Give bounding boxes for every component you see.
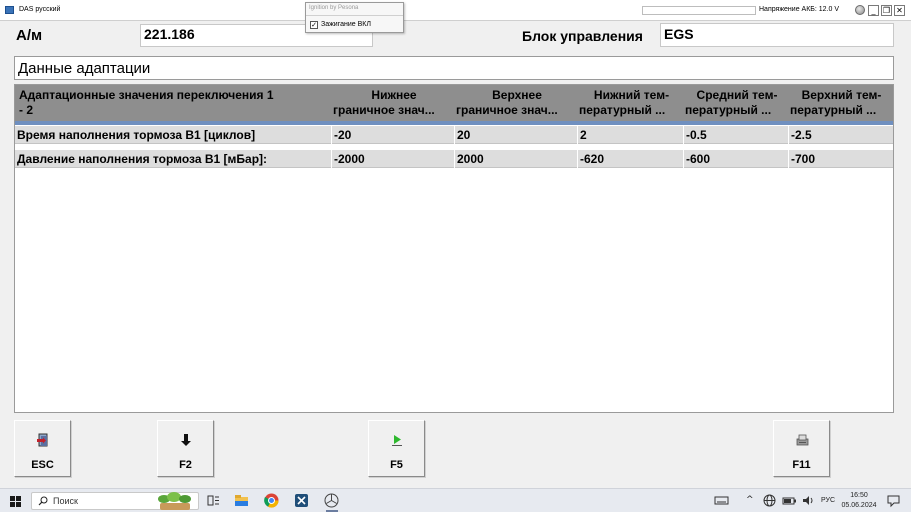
column-header-upper-limit[interactable]: Верхнее граничное знач... [456,88,578,118]
table-header: Адаптационные значения переключения 1 - … [15,85,893,121]
control-unit-field: EGS [660,23,894,47]
esc-label: ESC [31,459,54,471]
volume-icon[interactable] [801,493,816,508]
close-button[interactable]: ✕ [894,5,905,16]
cell-lower-limit: -20 [334,128,352,142]
windows-start-icon[interactable] [10,496,21,507]
section-header: Данные адаптации [14,56,894,80]
battery-icon[interactable] [782,493,797,508]
cell-mid-temp: -600 [686,152,711,166]
tray-chevron-icon[interactable]: ^ [746,495,754,505]
column-header-high-temp[interactable]: Верхний тем- пературный ... [790,88,893,118]
f5-button[interactable]: F5 [368,420,425,477]
keyboard-icon[interactable] [714,493,729,508]
column-header-low-temp[interactable]: Нижний тем- пературный ... [579,88,684,118]
section-title: Данные адаптации [18,60,151,77]
mercedes-star-icon[interactable] [324,493,339,508]
cell-mid-temp: -0.5 [686,128,707,142]
language-indicator[interactable]: РУС [821,497,835,504]
ignition-checkbox-label[interactable]: Зажигание ВКЛ [321,21,371,28]
f2-button[interactable]: F2 [157,420,214,477]
search-placeholder: Поиск [53,496,78,506]
title-bar: DAS русский Напряжение АКБ: 12.0 V _ ❐ ✕ [0,0,911,21]
restore-button[interactable]: ❐ [881,5,892,16]
column-header-adaptation[interactable]: Адаптационные значения переключения 1 - … [19,88,331,118]
f11-label: F11 [792,459,811,471]
table-header-bar [15,121,893,125]
control-unit-label: Блок управления [522,28,643,44]
esc-button[interactable]: ESC [14,420,71,477]
clock-date: 05.06.2024 [841,502,877,509]
plant-decoration-icon [158,492,191,510]
cell-upper-limit: 2000 [457,152,484,166]
play-arrow-icon [392,435,402,446]
search-icon [38,496,48,506]
row-label: Давление наполнения тормоза B1 [мБар]: [17,152,268,166]
globe-icon[interactable] [762,493,777,508]
cell-lower-limit: -2000 [334,152,365,166]
adaptation-table: Адаптационные значения переключения 1 - … [14,84,894,413]
minimize-button[interactable]: _ [868,5,879,16]
window-title: DAS русский [19,6,61,13]
f5-label: F5 [390,459,403,471]
cell-upper-limit: 20 [457,128,471,142]
arrow-down-icon [181,434,191,446]
status-icon [855,5,865,15]
row-label: Время наполнения тормоза B1 [циклов] [17,128,256,142]
cell-high-temp: -2.5 [791,128,812,142]
ignition-popup: Ignition by Pesona ✓ Зажигание ВКЛ [305,2,404,33]
cell-low-temp: -620 [580,152,605,166]
notification-icon[interactable] [886,493,901,508]
file-explorer-icon[interactable] [234,493,249,508]
table-row[interactable]: Давление наполнения тормоза B1 [мБар]: -… [15,150,893,168]
column-header-lower-limit[interactable]: Нижнее граничное знач... [333,88,455,118]
chrome-icon[interactable] [264,493,279,508]
cell-high-temp: -700 [791,152,816,166]
print-icon [796,434,809,446]
exit-door-icon [37,433,48,447]
vehicle-value: 221.186 [144,26,195,42]
taskbar: Поиск ^ РУС 16:50 05.06.2024 [0,488,911,512]
f11-button[interactable]: F11 [773,420,830,477]
app-x-icon[interactable] [294,493,309,508]
f2-label: F2 [179,459,192,471]
title-bar-field [642,6,756,15]
cell-low-temp: 2 [580,128,587,142]
app-icon [5,6,14,14]
clock[interactable]: 16:50 05.06.2024 [838,491,880,511]
popup-divider [306,15,403,16]
vehicle-label: А/м [16,27,43,44]
ignition-checkbox[interactable]: ✓ [310,21,318,29]
battery-voltage-label: Напряжение АКБ: 12.0 V [759,6,840,13]
table-row[interactable]: Время наполнения тормоза B1 [циклов] -20… [15,126,893,144]
clock-time: 16:50 [850,492,868,499]
control-unit-value: EGS [664,26,694,42]
task-view-icon[interactable] [206,493,221,508]
popup-title: Ignition by Pesona [309,5,359,11]
column-header-mid-temp[interactable]: Средний тем- пературный ... [685,88,789,118]
